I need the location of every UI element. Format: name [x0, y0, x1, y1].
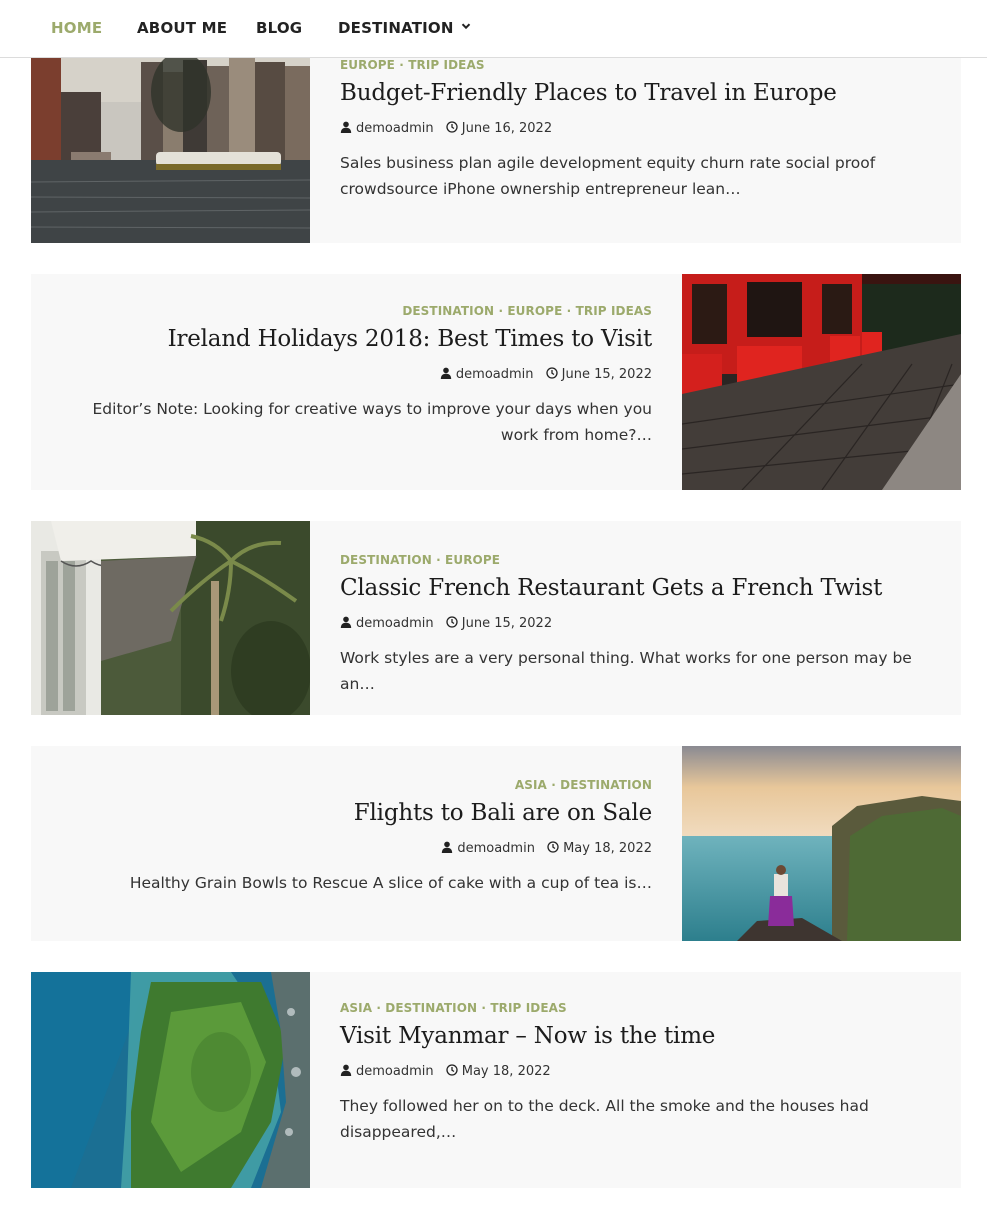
nav-destination[interactable]: DESTINATION [338, 19, 472, 37]
post-excerpt: Work styles are a very personal thing. W… [340, 649, 912, 693]
post-author[interactable]: demoadmin [356, 121, 434, 136]
post-meta: demoadmin May 18, 2022 [61, 841, 652, 856]
post-title[interactable]: Classic French Restaurant Gets a French … [340, 575, 940, 601]
post-date[interactable]: May 18, 2022 [563, 841, 652, 856]
user-icon [340, 121, 352, 133]
user-icon [340, 616, 352, 628]
post-date[interactable]: June 15, 2022 [562, 367, 652, 382]
nav-destination-label: DESTINATION [338, 19, 454, 37]
clock-icon [547, 841, 559, 853]
post-thumbnail[interactable] [682, 746, 961, 941]
post-author[interactable]: demoadmin [356, 616, 434, 631]
post-thumbnail[interactable] [682, 274, 961, 490]
post-thumbnail[interactable] [31, 972, 310, 1188]
main-navigation: HOME ABOUT ME BLOG DESTINATION [0, 0, 987, 58]
post-date[interactable]: June 15, 2022 [462, 616, 552, 631]
post-title[interactable]: Budget-Friendly Places to Travel in Euro… [340, 80, 940, 106]
clock-icon [446, 616, 458, 628]
post-date[interactable]: May 18, 2022 [462, 1064, 551, 1079]
nav-blog[interactable]: BLOG [256, 19, 302, 37]
post-card: DESTINATION · EUROPE Classic French Rest… [31, 521, 961, 715]
nav-about-me[interactable]: ABOUT ME [137, 19, 227, 37]
post-content: ASIA · DESTINATION · TRIP IDEAS Visit My… [340, 972, 940, 1145]
post-categories[interactable]: DESTINATION · EUROPE · TRIP IDEAS [61, 304, 652, 318]
post-date[interactable]: June 16, 2022 [462, 121, 552, 136]
post-content: DESTINATION · EUROPE · TRIP IDEAS Irelan… [61, 274, 653, 448]
post-card: EUROPE · TRIP IDEAS Budget-Friendly Plac… [31, 32, 961, 243]
nav-home[interactable]: HOME [51, 19, 102, 37]
post-content: DESTINATION · EUROPE Classic French Rest… [340, 521, 940, 697]
post-meta: demoadmin June 15, 2022 [61, 367, 652, 382]
clock-icon [446, 121, 458, 133]
user-icon [440, 367, 452, 379]
post-thumbnail[interactable] [31, 521, 310, 715]
user-icon [442, 841, 453, 853]
post-title[interactable]: Visit Myanmar – Now is the time [340, 1023, 940, 1049]
post-meta: demoadmin June 15, 2022 [340, 616, 940, 631]
post-meta: demoadmin May 18, 2022 [340, 1064, 940, 1079]
post-card: ASIA · DESTINATION · TRIP IDEAS Visit My… [31, 972, 961, 1188]
post-author[interactable]: demoadmin [457, 841, 535, 856]
chevron-down-icon [461, 23, 470, 30]
clock-icon [546, 367, 558, 379]
post-card: DESTINATION · EUROPE · TRIP IDEAS Irelan… [31, 274, 961, 490]
post-title[interactable]: Ireland Holidays 2018: Best Times to Vis… [61, 326, 653, 352]
post-meta: demoadmin June 16, 2022 [340, 121, 940, 136]
post-card: ASIA · DESTINATION Flights to Bali are o… [31, 746, 961, 941]
post-excerpt: Editor’s Note: Looking for creative ways… [92, 400, 652, 444]
post-excerpt: They followed her on to the deck. All th… [340, 1097, 869, 1141]
post-excerpt: Healthy Grain Bowls to Rescue A slice of… [129, 874, 652, 892]
post-thumbnail[interactable] [31, 32, 310, 243]
post-author[interactable]: demoadmin [456, 367, 534, 382]
post-excerpt: Sales business plan agile development eq… [340, 154, 876, 198]
post-content: ASIA · DESTINATION Flights to Bali are o… [61, 746, 652, 896]
post-title[interactable]: Flights to Bali are on Sale [61, 800, 652, 826]
post-categories[interactable]: ASIA · DESTINATION [61, 778, 652, 792]
clock-icon [446, 1064, 458, 1076]
post-author[interactable]: demoadmin [356, 1064, 434, 1079]
post-categories[interactable]: DESTINATION · EUROPE [340, 553, 940, 567]
post-categories[interactable]: ASIA · DESTINATION · TRIP IDEAS [340, 1001, 940, 1015]
post-categories[interactable]: EUROPE · TRIP IDEAS [340, 58, 940, 72]
user-icon [340, 1064, 352, 1076]
